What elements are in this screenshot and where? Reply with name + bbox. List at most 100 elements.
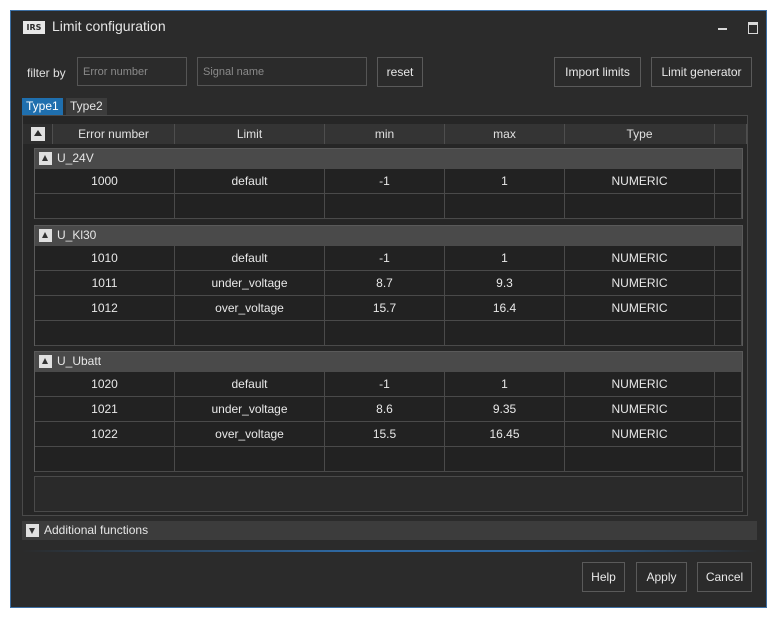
cell-error-number[interactable]: 1021 [35, 397, 175, 422]
cell-max[interactable]: 9.3 [445, 271, 565, 296]
cell-max[interactable]: 1 [445, 246, 565, 271]
cell-type[interactable] [565, 194, 715, 219]
additional-functions-label: Additional functions [44, 523, 149, 537]
group-name: U_24V [57, 151, 94, 165]
expand-icon[interactable] [26, 524, 39, 537]
cell-error-number[interactable]: 1012 [35, 296, 175, 321]
cell-limit[interactable] [175, 194, 325, 219]
import-limits-button[interactable]: Import limits [554, 57, 641, 87]
cell-min[interactable] [325, 194, 445, 219]
cell-type[interactable]: NUMERIC [565, 296, 715, 321]
cell-type[interactable] [565, 321, 715, 346]
collapse-all-icon[interactable] [31, 127, 45, 141]
cell-min[interactable]: 15.7 [325, 296, 445, 321]
column-extra [715, 124, 747, 144]
table-row[interactable]: 1021 under_voltage 8.6 9.35 NUMERIC [35, 397, 742, 422]
additional-functions-section[interactable]: Additional functions [22, 521, 757, 540]
column-limit[interactable]: Limit [175, 124, 325, 144]
cell-max[interactable]: 1 [445, 169, 565, 194]
empty-row[interactable] [35, 447, 742, 472]
empty-row[interactable] [35, 321, 742, 346]
cell-min[interactable]: -1 [325, 169, 445, 194]
cell-limit[interactable]: under_voltage [175, 397, 325, 422]
column-type[interactable]: Type [565, 124, 715, 144]
table-row[interactable]: 1020 default -1 1 NUMERIC [35, 372, 742, 397]
cancel-button[interactable]: Cancel [697, 562, 752, 592]
cell-limit[interactable]: under_voltage [175, 271, 325, 296]
signal-name-filter-input[interactable] [197, 57, 367, 86]
group-u-ubatt: U_Ubatt 1020 default -1 1 NUMERIC 1021 u… [34, 351, 743, 472]
cell-limit[interactable]: default [175, 169, 325, 194]
cell-min[interactable] [325, 447, 445, 472]
cell-error-number[interactable]: 1022 [35, 422, 175, 447]
cell-max[interactable]: 16.4 [445, 296, 565, 321]
title-bar[interactable]: IRS Limit configuration [11, 11, 766, 43]
group-header[interactable]: U_24V [35, 149, 742, 169]
collapse-group-icon[interactable] [39, 152, 52, 165]
cell-max[interactable]: 1 [445, 372, 565, 397]
cell-limit[interactable] [175, 447, 325, 472]
cell-limit[interactable] [175, 321, 325, 346]
cell-error-number[interactable]: 1020 [35, 372, 175, 397]
collapse-group-icon[interactable] [39, 355, 52, 368]
cell-min[interactable]: 8.7 [325, 271, 445, 296]
table-empty-area [34, 476, 743, 512]
limit-configuration-window: IRS Limit configuration filter by reset … [10, 10, 767, 608]
cell-type[interactable]: NUMERIC [565, 169, 715, 194]
empty-row[interactable] [35, 194, 742, 219]
column-error-number[interactable]: Error number [53, 124, 175, 144]
group-header[interactable]: U_Kl30 [35, 226, 742, 246]
cell-max[interactable]: 9.35 [445, 397, 565, 422]
error-number-filter-input[interactable] [77, 57, 187, 86]
column-min[interactable]: min [325, 124, 445, 144]
table-row[interactable]: 1022 over_voltage 15.5 16.45 NUMERIC [35, 422, 742, 447]
cell-limit[interactable]: default [175, 372, 325, 397]
limit-generator-button[interactable]: Limit generator [651, 57, 752, 87]
cell-error-number[interactable] [35, 321, 175, 346]
tab-type2[interactable]: Type2 [66, 98, 107, 115]
cell-min[interactable]: 8.6 [325, 397, 445, 422]
minimize-icon[interactable] [715, 19, 731, 35]
table-row[interactable]: 1000 default -1 1 NUMERIC [35, 169, 742, 194]
group-u-kl30: U_Kl30 1010 default -1 1 NUMERIC 1011 un… [34, 225, 743, 346]
cell-min[interactable] [325, 321, 445, 346]
help-button[interactable]: Help [582, 562, 625, 592]
cell-max[interactable] [445, 447, 565, 472]
limits-table: Error number Limit min max Type U_24V 10… [22, 115, 748, 516]
cell-error-number[interactable]: 1010 [35, 246, 175, 271]
cell-max[interactable]: 16.45 [445, 422, 565, 447]
cell-error-number[interactable]: 1000 [35, 169, 175, 194]
collapse-group-icon[interactable] [39, 229, 52, 242]
table-row[interactable]: 1010 default -1 1 NUMERIC [35, 246, 742, 271]
cell-type[interactable]: NUMERIC [565, 372, 715, 397]
maximize-icon[interactable] [745, 19, 761, 35]
cell-type[interactable]: NUMERIC [565, 397, 715, 422]
cell-type[interactable]: NUMERIC [565, 246, 715, 271]
cell-min[interactable]: -1 [325, 372, 445, 397]
table-row[interactable]: 1011 under_voltage 8.7 9.3 NUMERIC [35, 271, 742, 296]
cell-limit[interactable]: default [175, 246, 325, 271]
cell-limit[interactable]: over_voltage [175, 422, 325, 447]
cell-limit[interactable]: over_voltage [175, 296, 325, 321]
group-header[interactable]: U_Ubatt [35, 352, 742, 372]
cell-error-number[interactable]: 1011 [35, 271, 175, 296]
cell-min[interactable]: -1 [325, 246, 445, 271]
reset-button[interactable]: reset [377, 57, 423, 87]
cell-max[interactable] [445, 194, 565, 219]
tab-type1[interactable]: Type1 [22, 98, 63, 115]
group-name: U_Kl30 [57, 228, 97, 242]
cell-type[interactable] [565, 447, 715, 472]
cell-error-number[interactable] [35, 194, 175, 219]
cell-min[interactable]: 15.5 [325, 422, 445, 447]
cell-extra [715, 194, 742, 219]
apply-button[interactable]: Apply [636, 562, 687, 592]
window-title: Limit configuration [52, 18, 166, 34]
column-max[interactable]: max [445, 124, 565, 144]
cell-max[interactable] [445, 321, 565, 346]
table-row[interactable]: 1012 over_voltage 15.7 16.4 NUMERIC [35, 296, 742, 321]
cell-error-number[interactable] [35, 447, 175, 472]
filter-label: filter by [27, 66, 66, 80]
cell-type[interactable]: NUMERIC [565, 271, 715, 296]
collapse-all-header[interactable] [23, 124, 53, 144]
cell-type[interactable]: NUMERIC [565, 422, 715, 447]
